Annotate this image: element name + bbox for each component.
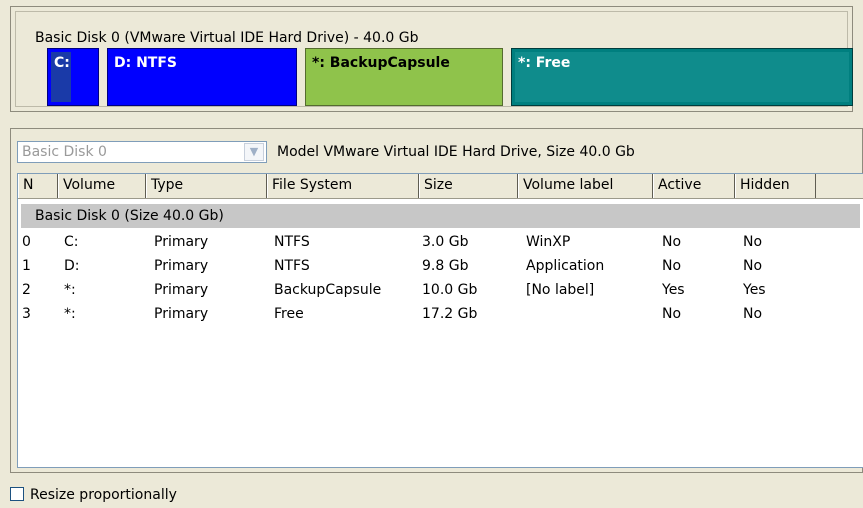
cell-n: 3 bbox=[22, 306, 31, 322]
cell-volume-label: Application bbox=[526, 258, 605, 274]
column-header-volume[interactable]: Volume bbox=[58, 174, 146, 198]
table-header: N Volume Type File System Size Volume la… bbox=[18, 174, 863, 199]
column-header-file-system[interactable]: File System bbox=[267, 174, 419, 198]
cell-hidden: No bbox=[743, 234, 763, 250]
table-row[interactable]: 3 *: Primary Free 17.2 Gb No No bbox=[18, 303, 863, 326]
column-header-size[interactable]: Size bbox=[419, 174, 518, 198]
cell-active: No bbox=[662, 234, 682, 250]
cell-type: Primary bbox=[154, 282, 209, 298]
volume-table[interactable]: N Volume Type File System Size Volume la… bbox=[17, 173, 863, 468]
disk-select-value: Basic Disk 0 bbox=[22, 144, 107, 160]
cell-volume: *: bbox=[64, 306, 76, 322]
partition-block-c[interactable]: C: bbox=[47, 48, 99, 106]
partition-manager-view: Basic Disk 0 (VMware Virtual IDE Hard Dr… bbox=[0, 0, 863, 508]
cell-hidden: Yes bbox=[743, 282, 766, 298]
disk-map-panel: Basic Disk 0 (VMware Virtual IDE Hard Dr… bbox=[10, 6, 853, 112]
disk-model-info: Model VMware Virtual IDE Hard Drive, Siz… bbox=[277, 144, 635, 160]
resize-proportionally-checkbox[interactable] bbox=[10, 487, 24, 501]
partition-block-backupcapsule[interactable]: *: BackupCapsule bbox=[305, 48, 503, 106]
cell-file-system: Free bbox=[274, 306, 304, 322]
partition-block-d[interactable]: D: NTFS bbox=[107, 48, 297, 106]
cell-file-system: BackupCapsule bbox=[274, 282, 382, 298]
column-header-n[interactable]: N bbox=[18, 174, 58, 198]
cell-size: 9.8 Gb bbox=[422, 258, 469, 274]
cell-volume-label: [No label] bbox=[526, 282, 595, 298]
partition-block-free[interactable]: *: Free bbox=[511, 48, 853, 106]
chevron-down-icon[interactable]: ▼ bbox=[244, 143, 264, 161]
partition-label: C: bbox=[54, 55, 70, 71]
cell-hidden: No bbox=[743, 258, 763, 274]
cell-n: 2 bbox=[22, 282, 31, 298]
cell-volume: *: bbox=[64, 282, 76, 298]
cell-type: Primary bbox=[154, 306, 209, 322]
column-header-hidden[interactable]: Hidden bbox=[735, 174, 816, 198]
cell-volume: D: bbox=[64, 258, 80, 274]
cell-n: 0 bbox=[22, 234, 31, 250]
partition-label: *: Free bbox=[518, 55, 571, 71]
column-header-active[interactable]: Active bbox=[653, 174, 735, 198]
cell-active: No bbox=[662, 258, 682, 274]
cell-type: Primary bbox=[154, 234, 209, 250]
disk-map-title: Basic Disk 0 (VMware Virtual IDE Hard Dr… bbox=[35, 30, 419, 46]
partition-label: *: BackupCapsule bbox=[312, 55, 450, 71]
partition-label: D: NTFS bbox=[114, 55, 178, 71]
disk-select-dropdown[interactable]: Basic Disk 0 ▼ bbox=[17, 141, 267, 163]
cell-active: No bbox=[662, 306, 682, 322]
cell-size: 10.0 Gb bbox=[422, 282, 478, 298]
disk-group-row[interactable]: Basic Disk 0 (Size 40.0 Gb) bbox=[21, 204, 860, 228]
column-header-type[interactable]: Type bbox=[146, 174, 267, 198]
cell-volume: C: bbox=[64, 234, 79, 250]
cell-active: Yes bbox=[662, 282, 685, 298]
cell-hidden: No bbox=[743, 306, 763, 322]
resize-proportionally-label[interactable]: Resize proportionally bbox=[30, 486, 177, 504]
cell-n: 1 bbox=[22, 258, 31, 274]
table-row[interactable]: 0 C: Primary NTFS 3.0 Gb WinXP No No bbox=[18, 231, 863, 254]
cell-file-system: NTFS bbox=[274, 234, 310, 250]
cell-file-system: NTFS bbox=[274, 258, 310, 274]
table-row[interactable]: 1 D: Primary NTFS 9.8 Gb Application No … bbox=[18, 255, 863, 278]
cell-volume-label: WinXP bbox=[526, 234, 571, 250]
table-row[interactable]: 2 *: Primary BackupCapsule 10.0 Gb [No l… bbox=[18, 279, 863, 302]
column-header-volume-label[interactable]: Volume label bbox=[518, 174, 653, 198]
cell-size: 3.0 Gb bbox=[422, 234, 469, 250]
disk-details-panel: Basic Disk 0 ▼ Model VMware Virtual IDE … bbox=[10, 128, 863, 473]
cell-size: 17.2 Gb bbox=[422, 306, 478, 322]
cell-type: Primary bbox=[154, 258, 209, 274]
